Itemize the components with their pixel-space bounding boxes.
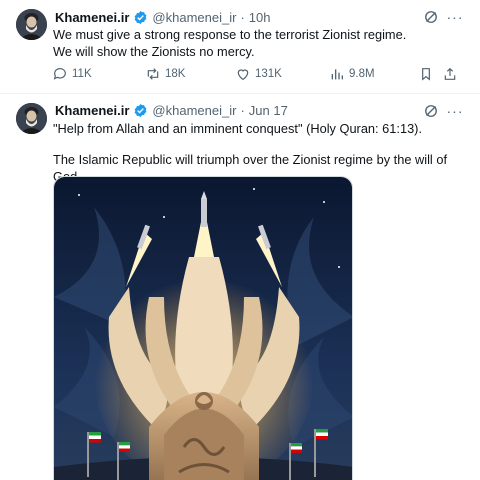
views-button[interactable]: 9.8M bbox=[329, 66, 375, 82]
tweet-header: Khamenei.ir @khamenei_ir · Jun 17 bbox=[55, 102, 288, 118]
views-icon bbox=[331, 69, 343, 80]
author-name[interactable]: Khamenei.ir bbox=[55, 103, 129, 118]
bookmark-button[interactable] bbox=[418, 66, 438, 82]
verified-badge-icon bbox=[135, 103, 147, 117]
action-bar: 11K 18K 131K 9.8M bbox=[52, 66, 464, 84]
more-icon[interactable]: ··· bbox=[446, 8, 464, 26]
separator-dot: · bbox=[240, 9, 245, 25]
repost-icon bbox=[147, 68, 159, 80]
missile-launch-illustration bbox=[54, 177, 352, 480]
repost-button[interactable]: 18K bbox=[145, 66, 185, 82]
more-icon[interactable]: ··· bbox=[446, 102, 464, 120]
verified-badge-icon bbox=[135, 10, 147, 24]
reply-count: 11K bbox=[72, 68, 92, 80]
tweet-header: Khamenei.ir @khamenei_ir · 10h bbox=[55, 9, 270, 25]
like-count: 131K bbox=[255, 68, 282, 80]
like-button[interactable]: 131K bbox=[235, 66, 282, 82]
like-icon bbox=[237, 69, 249, 81]
timestamp[interactable]: 10h bbox=[249, 10, 271, 25]
separator-dot: · bbox=[240, 102, 245, 118]
reply-icon bbox=[53, 68, 66, 80]
tweet-text-line: We must give a strong response to the te… bbox=[53, 27, 407, 42]
reply-button[interactable]: 11K bbox=[52, 66, 92, 82]
author-name[interactable]: Khamenei.ir bbox=[55, 10, 129, 25]
bookmark-icon bbox=[422, 68, 430, 81]
grok-icon[interactable] bbox=[422, 102, 440, 120]
grok-icon[interactable] bbox=[422, 8, 440, 26]
timestamp[interactable]: Jun 17 bbox=[249, 103, 288, 118]
repost-count: 18K bbox=[165, 68, 186, 80]
tweet-text-line: We will show the Zionists no mercy. bbox=[53, 44, 255, 59]
profile-photo-icon[interactable] bbox=[16, 9, 47, 40]
tweet-text-line: "Help from Allah and an imminent conques… bbox=[53, 121, 423, 136]
views-count: 9.8M bbox=[349, 68, 375, 80]
share-button[interactable] bbox=[442, 66, 462, 82]
tweet[interactable]: Khamenei.ir @khamenei_ir · 10h ··· We mu… bbox=[0, 0, 480, 94]
share-icon bbox=[444, 67, 456, 80]
tweet[interactable]: Khamenei.ir @khamenei_ir · Jun 17 ··· "H… bbox=[0, 95, 480, 480]
profile-photo-icon[interactable] bbox=[16, 103, 47, 134]
author-handle[interactable]: @khamenei_ir bbox=[152, 103, 236, 118]
author-handle[interactable]: @khamenei_ir bbox=[152, 10, 236, 25]
tweet-text: We must give a strong response to the te… bbox=[53, 26, 468, 60]
tweet-image[interactable] bbox=[53, 176, 353, 480]
